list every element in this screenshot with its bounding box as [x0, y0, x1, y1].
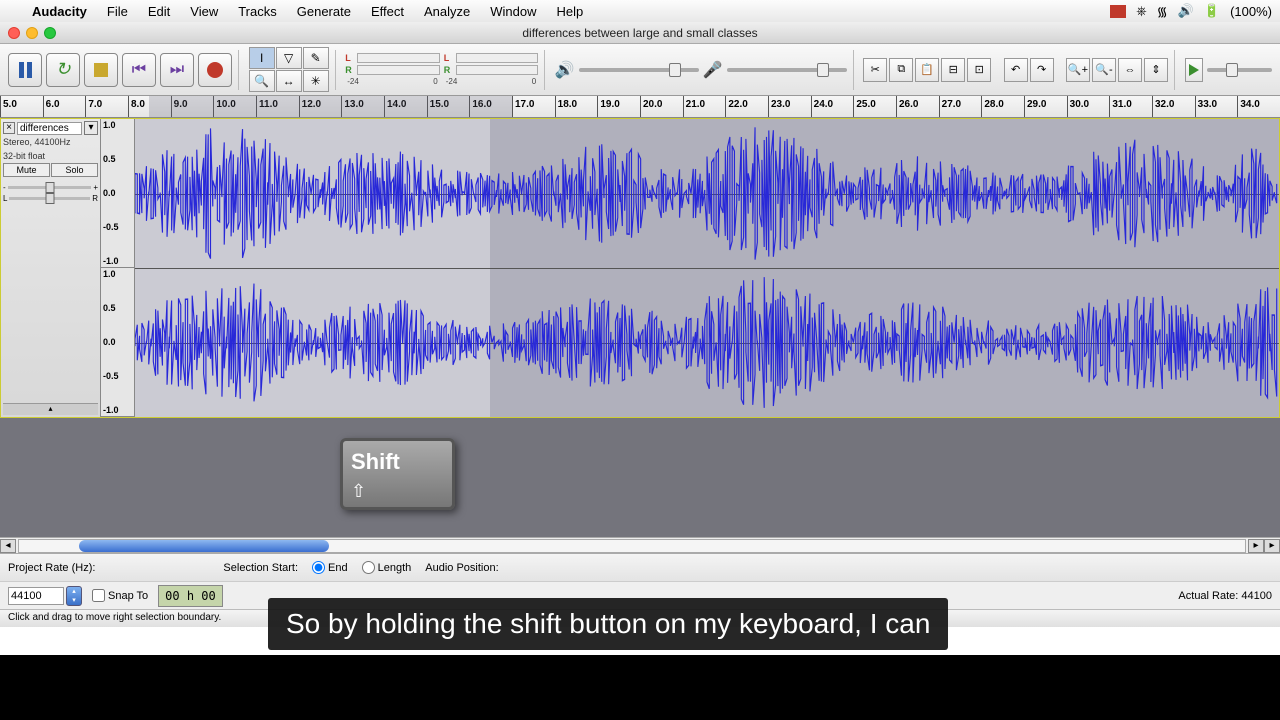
- trim-button[interactable]: ⊟: [941, 58, 965, 82]
- battery-percent: (100%): [1230, 4, 1272, 19]
- output-volume-icon: 🔊: [555, 60, 575, 80]
- main-toolbar: ↻ ⏮ ⏭ I ▽ ✎ 🔍 ↔ ✳ L R -240 L R -240 🔊: [0, 44, 1280, 96]
- amplitude-scale: 1.00.5 0.0-0.5 -1.0 1.00.5 0.0-0.5 -1.0: [101, 119, 135, 417]
- selection-tool[interactable]: I: [249, 47, 275, 69]
- playback-meter[interactable]: L R -240: [345, 50, 439, 90]
- track-collapse-button[interactable]: ▴: [3, 403, 98, 415]
- track-close-button[interactable]: ×: [3, 122, 15, 134]
- record-button[interactable]: [198, 53, 232, 87]
- scroll-right2-button[interactable]: ▸: [1264, 539, 1280, 553]
- track-format: Stereo, 44100Hz: [3, 137, 98, 147]
- menu-tracks[interactable]: Tracks: [228, 4, 287, 19]
- status-message: Click and drag to move right selection b…: [8, 612, 221, 625]
- selection-start-field[interactable]: 00 h 00: [158, 585, 223, 607]
- menu-file[interactable]: File: [97, 4, 138, 19]
- shift-arrow-icon: ⇧: [351, 481, 444, 502]
- track-gain-slider[interactable]: [8, 186, 92, 189]
- record-meter[interactable]: L R -240: [444, 50, 538, 90]
- horizontal-scrollbar[interactable]: ◂ ▸ ▸: [0, 537, 1280, 553]
- end-radio[interactable]: End: [312, 561, 348, 574]
- scroll-left-button[interactable]: ◂: [0, 539, 16, 553]
- wifi-icon[interactable]: ᯾: [1157, 2, 1168, 20]
- app-name-menu[interactable]: Audacity: [22, 4, 97, 19]
- waveform-canvas[interactable]: [135, 119, 1279, 417]
- transport-controls: ↻ ⏮ ⏭: [8, 53, 232, 87]
- play-loop-button[interactable]: ↻: [46, 53, 80, 87]
- selection-start-label: Selection Start:: [223, 562, 298, 574]
- track-control-panel: × differences ▾ Stereo, 44100Hz 32-bit f…: [1, 119, 101, 417]
- tools-grid: I ▽ ✎ 🔍 ↔ ✳: [249, 47, 329, 92]
- skip-start-button[interactable]: ⏮: [122, 53, 156, 87]
- track-menu-dropdown[interactable]: ▾: [84, 121, 98, 135]
- snap-to-checkbox[interactable]: [92, 589, 105, 602]
- status-icon-1[interactable]: [1110, 5, 1126, 18]
- zoom-tool[interactable]: 🔍: [249, 70, 275, 92]
- video-caption: So by holding the shift button on my key…: [268, 598, 948, 650]
- skip-end-button[interactable]: ⏭: [160, 53, 194, 87]
- cut-button[interactable]: ✂: [863, 58, 887, 82]
- menu-edit[interactable]: Edit: [138, 4, 180, 19]
- status-icon-2[interactable]: ⎈: [1136, 3, 1146, 19]
- draw-tool[interactable]: ✎: [303, 47, 329, 69]
- track-bits: 32-bit float: [3, 151, 98, 161]
- edit-toolbar: ✂ ⧉ 📋 ⊟ ⊡: [863, 58, 991, 82]
- shift-key-overlay: Shift ⇧: [340, 438, 455, 510]
- mute-button[interactable]: Mute: [3, 163, 50, 177]
- multi-tool[interactable]: ✳: [303, 70, 329, 92]
- track-area: × differences ▾ Stereo, 44100Hz 32-bit f…: [0, 118, 1280, 418]
- menu-generate[interactable]: Generate: [287, 4, 361, 19]
- project-rate-label: Project Rate (Hz):: [8, 562, 95, 574]
- input-volume-icon: 🎤: [703, 60, 723, 80]
- paste-button[interactable]: 📋: [915, 58, 939, 82]
- solo-button[interactable]: Solo: [51, 163, 98, 177]
- redo-button[interactable]: ↷: [1030, 58, 1054, 82]
- menu-view[interactable]: View: [180, 4, 228, 19]
- window-titlebar[interactable]: differences between large and small clas…: [0, 22, 1280, 44]
- stop-button[interactable]: [84, 53, 118, 87]
- actual-rate-label: Actual Rate: 44100: [1178, 590, 1272, 602]
- scrollbar-thumb[interactable]: [79, 540, 329, 552]
- timeline-ruler[interactable]: 5.06.07.08.09.010.011.012.013.014.015.01…: [0, 96, 1280, 118]
- selection-bar: Project Rate (Hz): Selection Start: End …: [0, 553, 1280, 581]
- macos-menubar: Audacity File Edit View Tracks Generate …: [0, 0, 1280, 22]
- empty-track-area[interactable]: Shift ⇧ ◂ ▸ ▸: [0, 418, 1280, 553]
- zoom-out-button[interactable]: 🔍-: [1092, 58, 1116, 82]
- track-pan-slider[interactable]: [9, 197, 90, 200]
- snap-to-label: Snap To: [108, 590, 148, 602]
- project-rate-input[interactable]: [8, 587, 64, 605]
- copy-button[interactable]: ⧉: [889, 58, 913, 82]
- envelope-tool[interactable]: ▽: [276, 47, 302, 69]
- menu-window[interactable]: Window: [480, 4, 546, 19]
- volume-icon[interactable]: 🔊: [1178, 3, 1194, 19]
- playback-speed-slider[interactable]: [1207, 68, 1272, 72]
- fit-project-button[interactable]: ⇕: [1144, 58, 1168, 82]
- length-radio[interactable]: Length: [362, 561, 412, 574]
- output-volume-slider[interactable]: [579, 68, 699, 72]
- scroll-right-button[interactable]: ▸: [1248, 539, 1264, 553]
- timeshift-tool[interactable]: ↔: [276, 70, 302, 92]
- menu-effect[interactable]: Effect: [361, 4, 414, 19]
- menu-analyze[interactable]: Analyze: [414, 4, 480, 19]
- fit-selection-button[interactable]: ⇔: [1118, 58, 1142, 82]
- battery-icon[interactable]: 🔋: [1204, 3, 1220, 19]
- zoom-in-button[interactable]: 🔍+: [1066, 58, 1090, 82]
- track-name[interactable]: differences: [17, 122, 82, 135]
- audio-position-label: Audio Position:: [425, 562, 498, 574]
- window-title: differences between large and small clas…: [0, 26, 1280, 40]
- project-rate-stepper[interactable]: ▴▾: [66, 586, 82, 606]
- silence-button[interactable]: ⊡: [967, 58, 991, 82]
- play-at-speed-button[interactable]: [1185, 58, 1203, 82]
- menu-help[interactable]: Help: [546, 4, 593, 19]
- pause-button[interactable]: [8, 53, 42, 87]
- undo-button[interactable]: ↶: [1004, 58, 1028, 82]
- input-volume-slider[interactable]: [727, 68, 847, 72]
